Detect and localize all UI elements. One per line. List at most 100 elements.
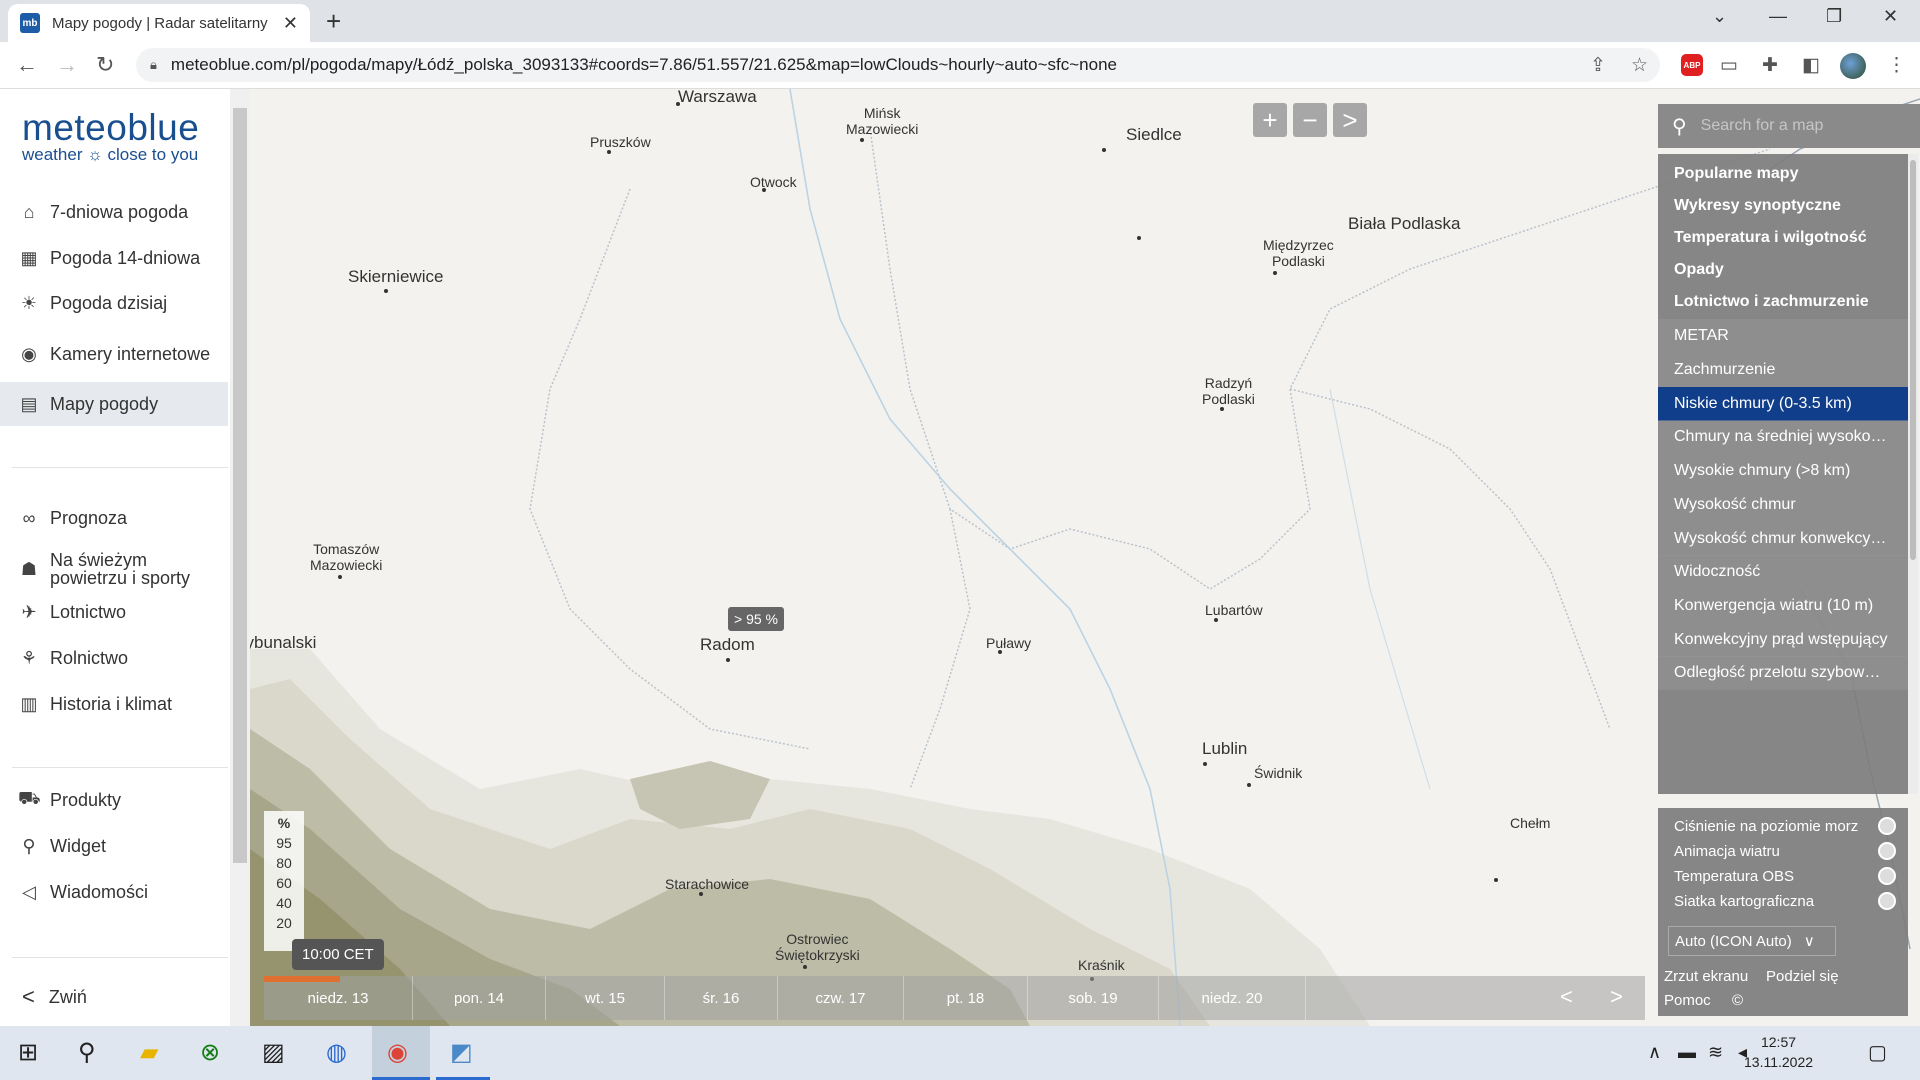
chrome-icon[interactable]: ◉: [387, 1038, 408, 1067]
battery-icon[interactable]: ▬: [1678, 1042, 1696, 1063]
collapse-sidebar-button[interactable]: < Zwiń: [22, 984, 87, 1010]
window-close-icon[interactable]: ✕: [1883, 6, 1898, 27]
map-layer-item[interactable]: Konwekcyjny prąd wstępujący: [1658, 623, 1908, 657]
logo-brand: meteoblue: [22, 107, 200, 148]
sidebar-item[interactable]: ▥ Historia i klimat: [0, 684, 228, 724]
chevron-up-icon[interactable]: ∧: [1648, 1042, 1661, 1063]
timeline-prev-button[interactable]: <: [1560, 984, 1573, 1010]
map-layer-item[interactable]: Popularne mapy: [1658, 158, 1908, 190]
map-layer-item[interactable]: Wysokie chmury (>8 km): [1658, 454, 1908, 488]
sidebar-item-label: Prognoza: [50, 508, 128, 528]
share-link[interactable]: Podziel się: [1766, 968, 1839, 985]
map-layer-item[interactable]: Konwergencja wiatru (10 m): [1658, 589, 1908, 623]
plane-icon: ✈: [21, 601, 37, 622]
sidebar-item[interactable]: ⛟ Produkty: [0, 780, 228, 820]
map-layer-item[interactable]: Wysokość chmur: [1658, 488, 1908, 522]
map-layer-item[interactable]: Niskie chmury (0-3.5 km): [1658, 387, 1908, 421]
photos-icon[interactable]: ▨: [262, 1038, 285, 1067]
share-icon[interactable]: ⇪: [1590, 54, 1606, 77]
map-search[interactable]: ⚲: [1658, 104, 1920, 148]
map-layer-item[interactable]: Odległość przelotu szybow…: [1658, 656, 1908, 690]
sidebar-item[interactable]: ✈ Lotnictwo: [0, 592, 228, 632]
time-slider[interactable]: niedz. 13 pon. 14 wt. 15 śr. 16 czw. 17 pt. 1…: [264, 976, 1645, 1020]
close-tab-icon[interactable]: ✕: [283, 13, 298, 34]
wifi-icon[interactable]: ≋: [1708, 1042, 1723, 1063]
sidebar-item[interactable]: ∞ Prognoza: [0, 498, 228, 538]
notifications-icon[interactable]: ▢: [1868, 1040, 1887, 1065]
timeline-day[interactable]: śr. 16: [665, 976, 778, 1020]
cast-icon[interactable]: ▭: [1720, 54, 1738, 77]
system-clock[interactable]: 12:57 13.11.2022: [1744, 1032, 1813, 1072]
map-layer-item[interactable]: Lotnictwo i zachmurzenie: [1658, 286, 1908, 318]
app-icon[interactable]: ◍: [326, 1038, 347, 1067]
extensions-puzzle-icon[interactable]: ✚: [1762, 54, 1778, 77]
search-icon[interactable]: ⚲: [78, 1038, 96, 1067]
sidebar-item[interactable]: ◉ Kamery internetowe: [0, 327, 228, 381]
screenshot-link[interactable]: Zrzut ekranu: [1664, 968, 1748, 985]
timeline-day[interactable]: niedz. 20: [1159, 976, 1306, 1020]
map-search-input[interactable]: [1700, 117, 1901, 135]
back-icon[interactable]: ←: [16, 52, 38, 78]
browser-tab[interactable]: mb Mapy pogody | Radar satelitarny ✕: [8, 4, 310, 42]
copyright-link[interactable]: ©: [1732, 992, 1743, 1009]
map-city-marker: [1247, 783, 1251, 787]
toggle-panel-button[interactable]: >: [1333, 103, 1367, 137]
profile-avatar[interactable]: [1840, 53, 1866, 79]
map-layer-item[interactable]: Temperatura i wilgotność: [1658, 222, 1908, 254]
lock-icon[interactable]: 🔒︎: [150, 57, 157, 73]
help-link[interactable]: Pomoc: [1664, 992, 1711, 1009]
sidebar-item[interactable]: ⌂ 7-dniowa pogoda: [0, 192, 228, 232]
sidebar-item[interactable]: ☀ Pogoda dzisiaj: [0, 283, 228, 323]
map-layer-item[interactable]: Wykresy synoptyczne: [1658, 190, 1908, 222]
overlay-toggle-row[interactable]: Siatka kartograficzna: [1674, 889, 1896, 913]
sidebar-item[interactable]: ◁ Wiadomości: [0, 872, 228, 912]
minimize-icon[interactable]: —: [1769, 6, 1787, 27]
restore-icon[interactable]: ❐: [1826, 6, 1842, 27]
xbox-icon[interactable]: ⊗: [200, 1038, 220, 1067]
new-tab-icon[interactable]: +: [326, 6, 341, 37]
zoom-out-button[interactable]: −: [1293, 103, 1327, 137]
timeline-day[interactable]: pt. 18: [904, 976, 1028, 1020]
meteoblue-logo[interactable]: meteoblue weather ☼ close to you: [22, 107, 199, 165]
sidebar-scrollbar-thumb[interactable]: [233, 108, 247, 863]
map-layer-item[interactable]: METAR: [1658, 319, 1908, 353]
map-layer-item[interactable]: Chmury na średniej wysoko…: [1658, 420, 1908, 454]
timeline-next-button[interactable]: >: [1610, 984, 1623, 1010]
timeline-day[interactable]: pon. 14: [413, 976, 546, 1020]
sidebar-item[interactable]: ⚘ Rolnictwo: [0, 638, 228, 678]
overlay-toggle[interactable]: [1878, 842, 1896, 860]
address-bar[interactable]: 🔒︎ meteoblue.com/pl/pogoda/mapy/Łódź_pol…: [136, 48, 1660, 82]
timeline-day[interactable]: wt. 15: [546, 976, 665, 1020]
overlay-toggle-row[interactable]: Ciśnienie na poziomie morz: [1674, 814, 1896, 838]
sidebar-item[interactable]: ▤ Mapy pogody: [0, 382, 228, 426]
map-layer-item[interactable]: Widoczność: [1658, 555, 1908, 589]
sidebar-item[interactable]: ☗ Na świeżym powietrzu i sporty: [0, 542, 228, 596]
app-window-icon[interactable]: ◩: [450, 1038, 473, 1067]
sidebar-item[interactable]: ⚲ Widget: [0, 826, 228, 866]
layer-list-scrollbar-thumb[interactable]: [1910, 160, 1916, 560]
zoom-in-button[interactable]: +: [1253, 103, 1287, 137]
map-layer-item[interactable]: Zachmurzenie: [1658, 353, 1908, 387]
side-panel-icon[interactable]: ◧: [1802, 54, 1820, 77]
overlay-toggle[interactable]: [1878, 867, 1896, 885]
overlay-toggle-row[interactable]: Temperatura OBS: [1674, 864, 1896, 888]
windows-start-icon[interactable]: ⊞: [18, 1038, 38, 1067]
overlay-toggle-row[interactable]: Animacja wiatru: [1674, 839, 1896, 863]
model-select[interactable]: Auto (ICON Auto) ∨: [1668, 926, 1836, 956]
reload-icon[interactable]: ↻: [96, 52, 114, 78]
adblock-extension-icon[interactable]: ABP: [1681, 54, 1703, 76]
timeline-day[interactable]: niedz. 13: [264, 976, 413, 1020]
bookmark-star-icon[interactable]: ☆: [1631, 54, 1648, 77]
forward-icon[interactable]: →: [56, 52, 78, 78]
legend-level: 40: [276, 895, 292, 911]
tab-search-chevron-icon[interactable]: ⌄: [1712, 6, 1727, 27]
timeline-day[interactable]: sob. 19: [1028, 976, 1159, 1020]
overlay-toggle[interactable]: [1878, 817, 1896, 835]
timeline-day[interactable]: czw. 17: [778, 976, 904, 1020]
file-explorer-icon[interactable]: ▰: [140, 1038, 158, 1067]
overlay-toggle[interactable]: [1878, 892, 1896, 910]
map-layer-item[interactable]: Wysokość chmur konwekcy…: [1658, 522, 1908, 556]
map-layer-item[interactable]: Opady: [1658, 254, 1908, 286]
kebab-menu-icon[interactable]: ⋮: [1887, 54, 1906, 77]
sidebar-item[interactable]: ▦ Pogoda 14-dniowa: [0, 238, 228, 278]
